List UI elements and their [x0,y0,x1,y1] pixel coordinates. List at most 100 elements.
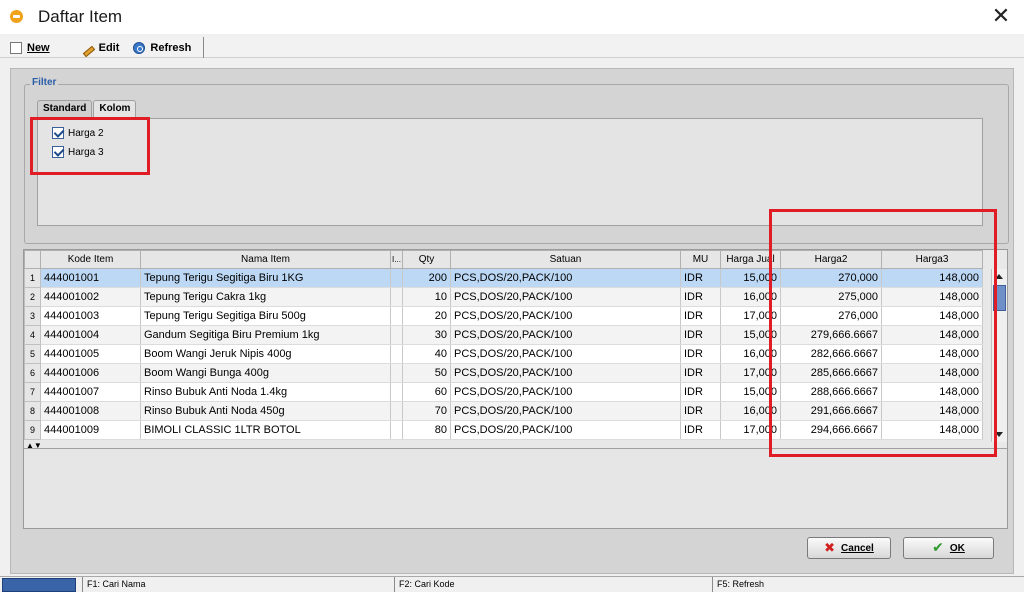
row-number: 5 [24,344,41,364]
col-header-i[interactable]: I... [390,250,403,269]
cell-nama[interactable]: Tepung Terigu Cakra 1kg [140,287,391,307]
col-header-mu[interactable]: MU [680,250,721,269]
cell-qty[interactable]: 40 [402,344,451,364]
cell-i[interactable] [390,420,403,440]
refresh-button[interactable]: Refresh [127,38,199,57]
window-title: Daftar Item [38,7,123,26]
tab-standard[interactable]: Standard [37,100,93,118]
cell-i[interactable] [390,306,403,326]
cell-qty[interactable]: 10 [402,287,451,307]
cell-mu[interactable]: IDR [680,420,721,440]
cell-qty[interactable]: 60 [402,382,451,402]
edit-button-label: Edit [98,41,120,54]
col-header-kode-item[interactable]: Kode Item [40,250,141,269]
cell-kode[interactable]: 444001002 [40,287,141,307]
cell-nama[interactable]: Tepung Terigu Segitiga Biru 500g [140,306,391,326]
cell-mu[interactable]: IDR [680,382,721,402]
cancel-button-label: Cancel [841,542,874,554]
cell-qty[interactable]: 30 [402,325,451,345]
status-f1: F1: Cari Nama [82,577,394,592]
cell-qty[interactable]: 200 [402,268,451,288]
cell-mu[interactable]: IDR [680,325,721,345]
new-button[interactable]: New [4,38,58,57]
status-f5: F5: Refresh [712,577,1020,592]
new-button-label: New [27,41,50,54]
cell-mu[interactable]: IDR [680,268,721,288]
cell-satuan[interactable]: PCS,DOS/20,PACK/100 [450,287,681,307]
cell-satuan[interactable]: PCS,DOS/20,PACK/100 [450,420,681,440]
ok-button-label: OK [949,542,965,554]
col-header-satuan[interactable]: Satuan [450,250,681,269]
toolbar-group: New Edit Refresh [4,37,205,58]
cell-i[interactable] [390,287,403,307]
cell-mu[interactable]: IDR [680,401,721,421]
ok-button[interactable]: ✔ OK [903,537,994,559]
cell-kode[interactable]: 444001005 [40,344,141,364]
cell-nama[interactable]: Boom Wangi Bunga 400g [140,363,391,383]
cell-satuan[interactable]: PCS,DOS/20,PACK/100 [450,306,681,326]
cell-kode[interactable]: 444001004 [40,325,141,345]
status-f2: F2: Cari Kode [394,577,712,592]
title-bar: Daftar Item ✕ [0,0,1024,34]
row-number: 6 [24,363,41,383]
cell-satuan[interactable]: PCS,DOS/20,PACK/100 [450,325,681,345]
cell-kode[interactable]: 444001008 [40,401,141,421]
row-number: 1 [24,268,41,288]
cell-satuan[interactable]: PCS,DOS/20,PACK/100 [450,401,681,421]
cell-nama[interactable]: Rinso Bubuk Anti Noda 450g [140,401,391,421]
pencil-icon [82,42,94,54]
cell-i[interactable] [390,325,403,345]
checkmark-icon: ✔ [932,540,944,556]
cell-kode[interactable]: 444001006 [40,363,141,383]
cell-mu[interactable]: IDR [680,344,721,364]
row-number: 9 [24,420,41,440]
row-number: 2 [24,287,41,307]
row-number: 7 [24,382,41,402]
cell-qty[interactable]: 80 [402,420,451,440]
app-logo-icon [10,10,23,23]
cell-qty[interactable]: 50 [402,363,451,383]
refresh-icon [133,41,146,54]
cell-mu[interactable]: IDR [680,287,721,307]
edit-button[interactable]: Edit [76,38,128,57]
row-number: 4 [24,325,41,345]
cell-i[interactable] [390,344,403,364]
cell-qty[interactable]: 20 [402,306,451,326]
row-number: 3 [24,306,41,326]
cell-mu[interactable]: IDR [680,306,721,326]
cell-nama[interactable]: BIMOLI CLASSIC 1LTR BOTOL [140,420,391,440]
cell-kode[interactable]: 444001007 [40,382,141,402]
highlight-box-checkboxes [30,117,150,175]
status-indicator [2,578,76,592]
cell-satuan[interactable]: PCS,DOS/20,PACK/100 [450,268,681,288]
close-button[interactable]: ✕ [986,2,1016,32]
filter-legend: Filter [30,77,59,88]
cell-satuan[interactable]: PCS,DOS/20,PACK/100 [450,382,681,402]
detail-panel [24,448,1007,528]
cell-kode[interactable]: 444001009 [40,420,141,440]
cell-kode[interactable]: 444001003 [40,306,141,326]
cancel-button[interactable]: ✖ Cancel [807,537,891,559]
cell-i[interactable] [390,401,403,421]
cell-satuan[interactable]: PCS,DOS/20,PACK/100 [450,344,681,364]
toolbar: New Edit Refresh [0,37,1024,58]
cell-mu[interactable]: IDR [680,363,721,383]
highlight-box-price-columns [769,209,997,457]
new-document-icon [10,41,22,54]
cell-nama[interactable]: Rinso Bubuk Anti Noda 1.4kg [140,382,391,402]
cell-qty[interactable]: 70 [402,401,451,421]
cell-nama[interactable]: Gandum Segitiga Biru Premium 1kg [140,325,391,345]
col-header-qty[interactable]: Qty [402,250,451,269]
status-bar: F1: Cari Nama F2: Cari Kode F5: Refresh [0,576,1024,592]
cell-nama[interactable]: Boom Wangi Jeruk Nipis 400g [140,344,391,364]
row-number: 8 [24,401,41,421]
row-number-header [24,250,41,269]
cancel-x-icon: ✖ [824,540,836,556]
col-header-nama-item[interactable]: Nama Item [140,250,391,269]
cell-nama[interactable]: Tepung Terigu Segitiga Biru 1KG [140,268,391,288]
cell-satuan[interactable]: PCS,DOS/20,PACK/100 [450,363,681,383]
cell-i[interactable] [390,363,403,383]
cell-i[interactable] [390,268,403,288]
cell-i[interactable] [390,382,403,402]
cell-kode[interactable]: 444001001 [40,268,141,288]
